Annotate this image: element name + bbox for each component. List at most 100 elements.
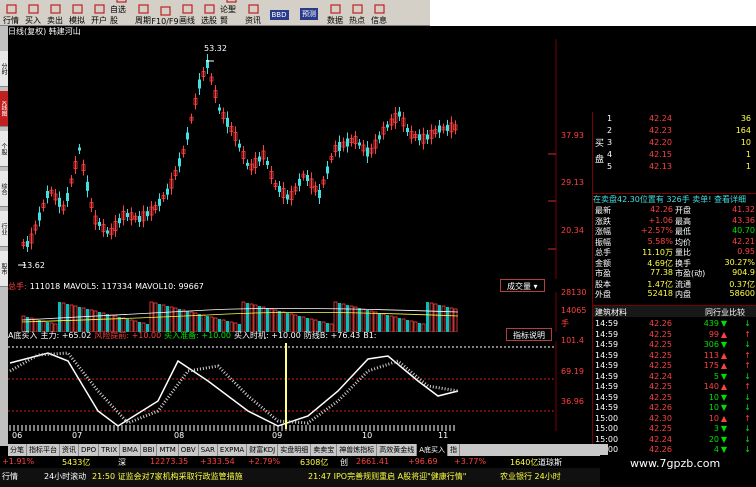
bid-row[interactable]: 4 42.15 1 (593, 150, 756, 161)
toolbar-button-13[interactable]: 预测 (294, 0, 324, 26)
candle-down (386, 124, 389, 128)
toolbar-button-2[interactable]: 卖出 (44, 0, 66, 26)
stat-value: 77.38 (650, 268, 673, 277)
candle-down (38, 212, 41, 221)
indicator-tab-17[interactable]: 指 (448, 444, 461, 456)
news-item[interactable]: 21:50 证监会对7家机构采取行政监管措施 (92, 471, 243, 482)
toolbar-button-8[interactable]: 画线 (176, 0, 198, 26)
candle-down (226, 117, 229, 127)
bid-price: 42.20 (649, 138, 672, 147)
indicator-chart[interactable] (8, 341, 558, 431)
tick-volume: 4 (713, 445, 719, 454)
stat-label: 振幅 (595, 237, 611, 247)
indicator-tab-2[interactable]: 资讯 (60, 444, 79, 456)
bid-row[interactable]: 5 42.13 1 (593, 162, 756, 173)
price-level-3: 20.34 (561, 226, 584, 235)
volume-bar (253, 304, 258, 332)
toolbar-button-label: 开户 (91, 16, 107, 25)
window-strip (430, 0, 756, 26)
tick-row: 14:59 42.26 439 ▼ ↓ (593, 319, 756, 330)
toolbar-button-11[interactable]: 资讯 (242, 0, 264, 26)
left-tab-5[interactable]: 股市 (0, 251, 8, 287)
stat-label: 最新 (595, 206, 611, 215)
toolbar-button-5[interactable]: 自选股 (110, 0, 132, 26)
stat-value: 43.36 (732, 215, 755, 225)
candle-down (118, 218, 121, 224)
toolbar-button-3[interactable]: 模拟 (66, 0, 88, 26)
stat-value: 1.47亿 (647, 279, 673, 289)
volume-bar (338, 303, 341, 332)
left-tab-2[interactable]: 个股 (0, 131, 8, 167)
indicator-tab-5[interactable]: BMA (120, 444, 141, 456)
bid-row[interactable]: 1 42.24 36 (593, 114, 756, 125)
order-summary[interactable]: 在卖盘42.30位置有 326手 卖单! 查看详细 (593, 193, 756, 204)
toolbar-button-4[interactable]: 开户 (88, 0, 110, 26)
tick-volume: 20 (708, 434, 719, 444)
indicator-tab-12[interactable]: 实盘明细 (278, 444, 312, 456)
bid-index: 2 (607, 126, 613, 135)
forum-icon (225, 0, 237, 3)
indicator-tab-9[interactable]: SAR (199, 444, 218, 456)
toolbar-button-9[interactable]: 选股 (198, 0, 220, 26)
kline-chart[interactable] (8, 39, 592, 279)
left-tab-3[interactable]: 综合 (0, 171, 8, 207)
tick-row: 14:59 42.25 99 ▲ ↑ (593, 330, 756, 341)
news-icon (247, 3, 259, 14)
tick-price: 42.26 (649, 403, 672, 412)
news-item[interactable]: 农业银行 24小时 (500, 471, 561, 482)
tick-price: 42.25 (649, 424, 672, 433)
indicator-tab-16[interactable]: A底买入 (417, 444, 449, 456)
indicator-tab-11[interactable]: 财富KDJ (247, 444, 279, 456)
indicator-tab-13[interactable]: 卖卖宝 (311, 444, 338, 456)
toolbar-button-1[interactable]: 买入 (22, 0, 44, 26)
indicator-tab-10[interactable]: EXPMA (218, 444, 248, 456)
indicator-tab-14[interactable]: 神兽炼指标 (337, 444, 378, 456)
bbd-icon: BBD (269, 10, 289, 20)
volume-bar (266, 308, 269, 332)
toolbar-button-12[interactable]: BBD (264, 0, 294, 26)
tick-time: 14:59 (595, 329, 619, 339)
toolbar-button-16[interactable]: 信息 (368, 0, 390, 26)
indicator-tab-8[interactable]: OBV (179, 444, 199, 456)
indicator-tab-1[interactable]: 指标平台 (27, 444, 60, 456)
news-item: 24小时滚动 (44, 472, 87, 481)
tick-time: 15:00 (595, 413, 619, 423)
left-tab-1[interactable]: K线图 (0, 91, 8, 127)
volume-bar (453, 308, 458, 332)
tick-volume: 10 (708, 403, 719, 412)
toolbar-button-0[interactable]: 行情 (0, 0, 22, 26)
industry-section-header[interactable]: 建筑材料 同行业比较 (593, 305, 756, 317)
peer-compare-link[interactable]: 同行业比较 (705, 307, 745, 318)
news-item[interactable]: 21:47 IPO完善规则重启 A股将迎"健康行情" (308, 471, 466, 482)
volume-selector-button[interactable]: 成交量 ▾ (500, 279, 545, 292)
stat-value: 40.70 (732, 226, 755, 235)
indicator-tab-4[interactable]: TRIX (99, 444, 121, 456)
volume-bar (273, 309, 278, 332)
low-price-note: 13.62 (22, 261, 45, 270)
left-tab-4[interactable]: 行业 (0, 211, 8, 247)
toolbar-button-7[interactable]: F10/F9 (151, 0, 179, 26)
bid-row[interactable]: 3 42.20 10 (593, 138, 756, 149)
indicator-tab-6[interactable]: BBI (141, 444, 158, 456)
bid-row[interactable]: 2 42.23 164 (593, 126, 756, 137)
indicator-tab-15[interactable]: 高效黄金线 (377, 444, 418, 456)
stat-value: 4.69亿 (647, 258, 673, 268)
indicator-stat-4: 买入时机: +10.00 (234, 331, 301, 340)
toolbar-button-10[interactable]: 论聖賢 (220, 0, 242, 26)
toolbar-button-14[interactable]: 数据 (324, 0, 346, 26)
defense-line (9, 351, 459, 425)
volume-chart[interactable] (8, 292, 558, 332)
arrow-down-icon: ↓ (744, 319, 751, 328)
candle-down (378, 135, 381, 140)
indicator-tab-0[interactable]: 分笔 (8, 444, 27, 456)
left-tab-0[interactable]: 分时 (0, 51, 8, 87)
indicator-tab-7[interactable]: MTM (157, 444, 179, 456)
simulate-icon (71, 3, 83, 14)
stat-value: 30.27% (724, 257, 755, 267)
indicator-help-button[interactable]: 指标说明 (506, 328, 552, 341)
indicator-tab-3[interactable]: DPO (79, 444, 100, 456)
toolbar-button-15[interactable]: 热点 (346, 0, 368, 26)
stat-label: 涨幅 (595, 227, 611, 236)
volume-bar (418, 323, 421, 332)
arrow-down-icon: ↓ (744, 424, 751, 433)
